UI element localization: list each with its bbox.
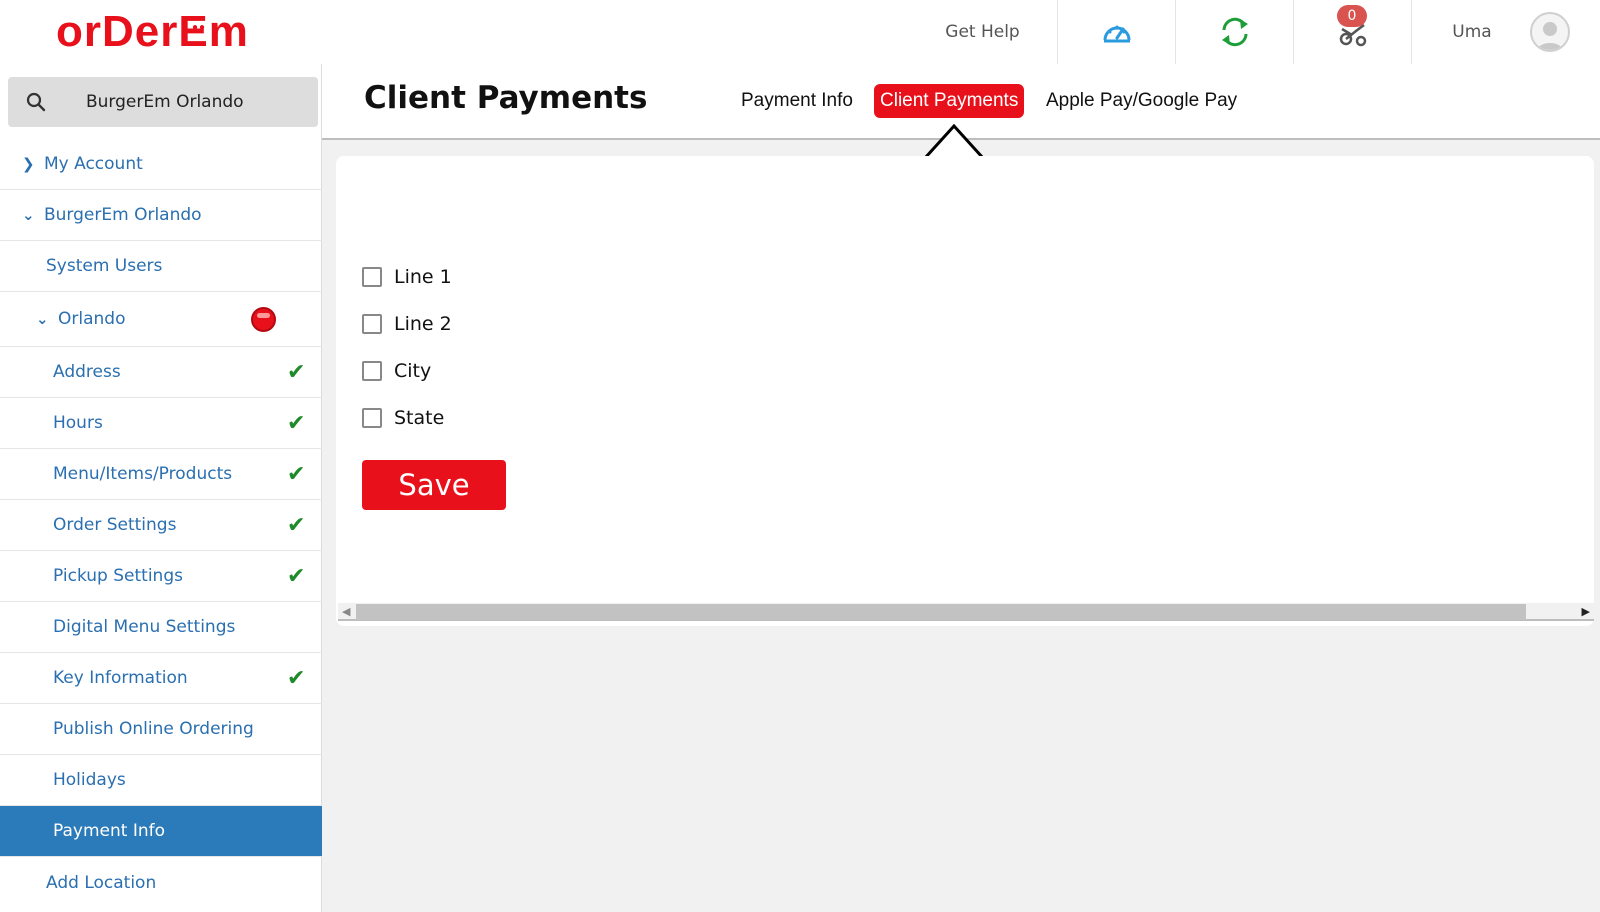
- refresh-icon: [1221, 17, 1248, 47]
- sidebar-item-label: Holidays: [53, 770, 126, 790]
- field-city[interactable]: City: [362, 360, 431, 382]
- refresh-button[interactable]: [1176, 0, 1294, 64]
- brand-logo[interactable]: orDerEm ●●: [56, 4, 249, 60]
- client-payments-form: Line 1 Line 2 City State Save: [336, 156, 1594, 626]
- sidebar-item-label: BurgerEm Orlando: [44, 205, 202, 225]
- location-search: [8, 77, 318, 127]
- sidebar-item-payment-info[interactable]: Payment Info: [0, 806, 322, 857]
- sidebar-item-digital-menu-settings[interactable]: Digital Menu Settings: [0, 602, 322, 653]
- horizontal-scrollbar[interactable]: ◀ ▶: [338, 603, 1594, 621]
- tab-label: Payment Info: [741, 90, 853, 111]
- field-line1[interactable]: Line 1: [362, 266, 452, 288]
- sidebar-item-hours[interactable]: Hours ✔: [0, 398, 322, 449]
- sidebar-item-label: Menu/Items/Products: [53, 464, 233, 484]
- field-line2[interactable]: Line 2: [362, 313, 452, 335]
- logo-eyes-icon: ●●: [192, 22, 207, 33]
- line2-checkbox[interactable]: [362, 314, 382, 334]
- dashboard-button[interactable]: [1058, 0, 1176, 64]
- checkmark-icon: ✔: [287, 461, 306, 487]
- sidebar-item-system-users[interactable]: System Users: [0, 241, 322, 292]
- tab-label: Client Payments: [880, 90, 1019, 111]
- speedometer-icon: [1103, 25, 1130, 43]
- sidebar: ❯ My Account ⌄ BurgerEm Orlando System U…: [0, 64, 322, 912]
- checkmark-icon: ✔: [287, 512, 306, 538]
- city-checkbox[interactable]: [362, 361, 382, 381]
- sidebar-item-order-settings[interactable]: Order Settings ✔: [0, 500, 322, 551]
- sidebar-item-label: Digital Menu Settings: [53, 617, 236, 637]
- sidebar-item-publish-online-ordering[interactable]: Publish Online Ordering: [0, 704, 322, 755]
- page-title: Client Payments: [364, 80, 648, 116]
- sidebar-item-my-account[interactable]: ❯ My Account: [0, 139, 322, 190]
- field-state[interactable]: State: [362, 407, 444, 429]
- chevron-right-icon: ❯: [22, 155, 35, 173]
- checkbox-label: State: [394, 407, 445, 429]
- checkmark-icon: ✔: [287, 410, 306, 436]
- top-header: orDerEm ●● Get Help 0 Uma: [0, 0, 1600, 64]
- user-name[interactable]: Uma: [1412, 0, 1532, 64]
- checkbox-label: Line 2: [394, 313, 452, 335]
- sidebar-item-label: System Users: [46, 256, 163, 276]
- sidebar-item-label: Orlando: [58, 309, 126, 329]
- line1-checkbox[interactable]: [362, 267, 382, 287]
- sidebar-item-orlando[interactable]: ⌄ Orlando: [0, 292, 322, 347]
- user-avatar-icon[interactable]: [1530, 12, 1570, 52]
- save-button[interactable]: Save: [362, 460, 506, 510]
- sidebar-item-burgerem-orlando[interactable]: ⌄ BurgerEm Orlando: [0, 190, 322, 241]
- sidebar-item-add-location[interactable]: Add Location: [0, 857, 322, 908]
- state-checkbox[interactable]: [362, 408, 382, 428]
- user-name-label: Uma: [1452, 22, 1492, 42]
- logo-text: orDerEm: [56, 7, 249, 56]
- sidebar-item-label: Publish Online Ordering: [53, 719, 254, 739]
- chevron-down-icon: ⌄: [22, 206, 35, 224]
- tab-label: Apple Pay/Google Pay: [1046, 90, 1238, 111]
- sidebar-item-label: Address: [53, 362, 121, 382]
- scroll-right-icon[interactable]: ▶: [1582, 605, 1590, 618]
- sidebar-item-label: Hours: [53, 413, 103, 433]
- avatar-silhouette-icon: [1536, 22, 1564, 50]
- sidebar-item-holidays[interactable]: Holidays: [0, 755, 322, 806]
- sidebar-item-address[interactable]: Address ✔: [0, 347, 322, 398]
- sidebar-item-key-information[interactable]: Key Information ✔: [0, 653, 322, 704]
- sidebar-item-menu-items-products[interactable]: Menu/Items/Products ✔: [0, 449, 322, 500]
- orders-count-badge: 0: [1337, 5, 1367, 27]
- status-indicator-icon: [251, 306, 276, 332]
- sidebar-item-label: Pickup Settings: [53, 566, 183, 586]
- tab-client-payments[interactable]: Client Payments: [874, 84, 1025, 118]
- scroll-left-icon[interactable]: ◀: [342, 605, 350, 618]
- checkmark-icon: ✔: [287, 359, 306, 385]
- sidebar-item-label: My Account: [44, 154, 143, 174]
- get-help-label: Get Help: [945, 22, 1020, 42]
- search-input[interactable]: [64, 77, 318, 127]
- sidebar-item-label: Payment Info: [53, 821, 166, 841]
- scrollbar-thumb[interactable]: [356, 604, 1526, 620]
- sidebar-item-label: Key Information: [53, 668, 188, 688]
- tab-payment-info[interactable]: Payment Info: [735, 84, 859, 118]
- search-icon[interactable]: [8, 77, 64, 127]
- tab-apple-google-pay[interactable]: Apple Pay/Google Pay: [1040, 84, 1243, 118]
- sidebar-item-label: Order Settings: [53, 515, 177, 535]
- chevron-down-icon: ⌄: [36, 310, 49, 328]
- checkbox-label: City: [394, 360, 432, 382]
- checkbox-label: Line 1: [394, 266, 452, 288]
- checkmark-icon: ✔: [287, 665, 306, 691]
- get-help-link[interactable]: Get Help: [908, 0, 1058, 64]
- checkmark-icon: ✔: [287, 563, 306, 589]
- sidebar-item-pickup-settings[interactable]: Pickup Settings ✔: [0, 551, 322, 602]
- sidebar-item-label: Add Location: [46, 872, 157, 893]
